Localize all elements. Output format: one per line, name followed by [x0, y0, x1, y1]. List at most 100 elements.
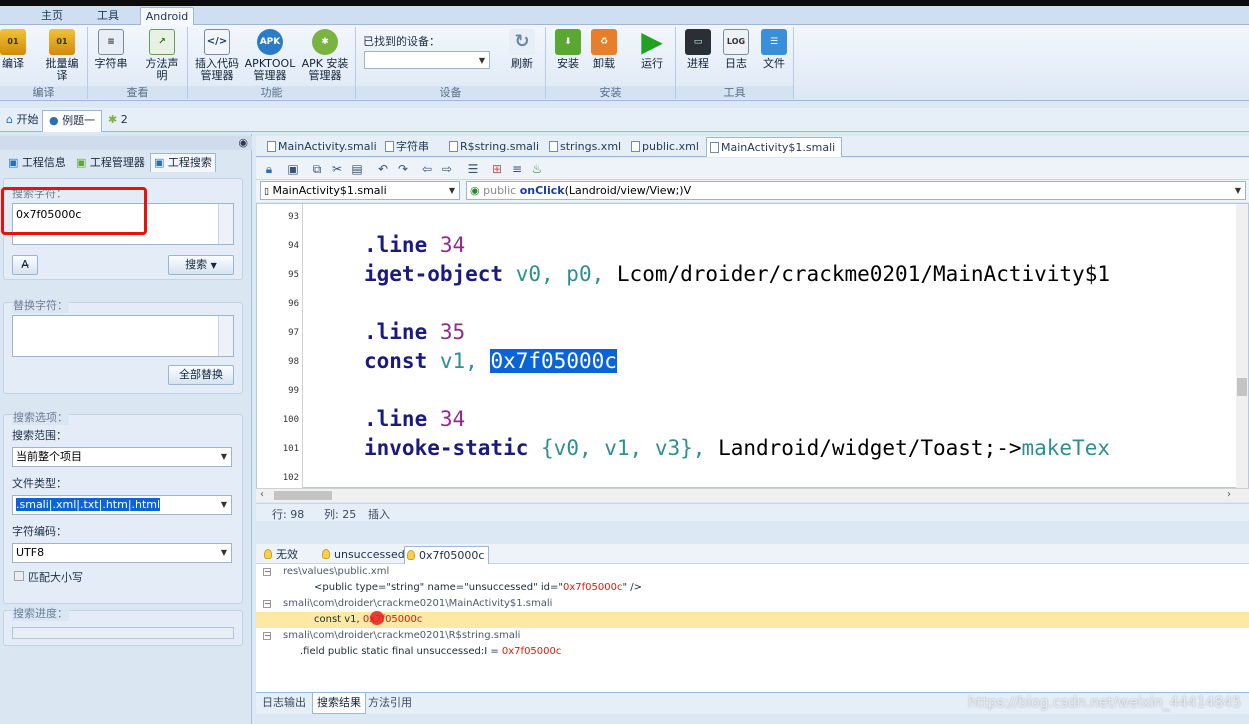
editor-vertical-scrollbar[interactable] — [1236, 204, 1248, 489]
undo-icon[interactable]: ↶ — [376, 162, 390, 176]
back-icon[interactable]: ⇦ — [420, 162, 434, 176]
code-line: iget-object v0, p0, Lcom/droider/crackme… — [364, 262, 1110, 286]
bookmark-icon[interactable]: ⊞ — [490, 162, 504, 176]
method-select[interactable]: ◉ public onClick(Landroid/view/View;)V ▼ — [466, 181, 1246, 200]
editor-tab-label: strings.xml — [560, 140, 622, 153]
results-tab[interactable]: unsuccessed — [320, 546, 405, 564]
apktool-manager-button[interactable]: APK APKTOOL管理器 — [244, 29, 296, 82]
results-tab-label: unsuccessed — [334, 548, 405, 561]
ribbon-tab-android[interactable]: Android — [140, 7, 194, 25]
tab-method-references[interactable]: 方法引用 — [364, 693, 416, 714]
manager-icon: ▣ — [76, 156, 87, 169]
search-input-scrollbar[interactable] — [218, 204, 233, 244]
result-match-row-selected[interactable]: const v1, 0x7f05000c — [256, 612, 1249, 628]
result-file-row[interactable]: − res\values\public.xml — [256, 564, 1249, 580]
result-file-row[interactable]: − smali\com\droider\crackme0201\MainActiv… — [256, 596, 1249, 612]
tool-icon[interactable]: ♨ — [530, 162, 544, 176]
line-number: 96 — [288, 299, 299, 309]
editor-horizontal-scrollbar[interactable]: ‹ › — [256, 488, 1249, 502]
editor-tab[interactable]: 字符串 — [382, 137, 436, 157]
paste-icon[interactable]: ▤ — [350, 162, 364, 176]
results-tab[interactable]: 无效 — [262, 546, 314, 564]
doc-tab-2[interactable]: ✱ 2 — [102, 110, 134, 132]
line-number-gutter: 93 94 95 96 97 98 99 100 101 102 — [257, 204, 303, 489]
group-label-install: 安装 — [546, 86, 675, 99]
refresh-button[interactable]: ↻ 刷新 — [504, 29, 540, 70]
redo-icon[interactable]: ↷ — [396, 162, 410, 176]
tab-search-results[interactable]: 搜索结果 — [312, 693, 366, 714]
result-file-row[interactable]: − smali\com\droider\crackme0201\R$string.… — [256, 628, 1249, 644]
code-opcode: iget-object — [364, 262, 504, 286]
editor-tab[interactable]: public.xml — [628, 137, 702, 157]
selected-constant[interactable]: 0x7f05000c — [490, 349, 617, 373]
document-icon — [267, 141, 276, 152]
copy-icon[interactable]: ⧉ — [310, 162, 324, 176]
compile-button[interactable]: 01 编译 — [0, 29, 26, 70]
doc-tab-start[interactable]: ⌂ 开始 — [0, 110, 44, 132]
chevron-down-icon: ▼ — [220, 500, 227, 509]
eye-icon[interactable]: ◉ — [238, 136, 248, 149]
tab-project-search[interactable]: ▣ 工程搜索 — [150, 153, 216, 172]
collapse-icon[interactable]: − — [263, 632, 271, 640]
editor-tab[interactable]: MainActivity.smali — [264, 137, 380, 157]
ribbon-tab-home[interactable]: 主页 — [30, 7, 74, 25]
file-select-value: MainActivity$1.smali — [272, 184, 387, 197]
file-button[interactable]: ☰ 文件 — [756, 29, 792, 70]
install-button[interactable]: ⬇ 安装 — [550, 29, 586, 70]
strings-button[interactable]: ≡ 字符串 — [92, 29, 130, 70]
log-button[interactable]: LOG 日志 — [718, 29, 754, 70]
collapse-icon[interactable]: − — [263, 600, 271, 608]
file-select[interactable]: ▯ MainActivity$1.smali ▼ — [260, 181, 460, 200]
forward-icon[interactable]: ⇨ — [440, 162, 454, 176]
filetype-select[interactable]: .smali|.xml|.txt|.htm|.html ▼ — [12, 495, 232, 515]
chevron-left-icon[interactable]: ‹ — [260, 489, 264, 500]
ribbon-tab-tools[interactable]: 工具 — [86, 7, 130, 25]
save-icon[interactable]: ▣ — [286, 162, 300, 176]
cut-icon[interactable]: ✂ — [330, 162, 344, 176]
scope-select[interactable]: 当前整个项目 ▼ — [12, 447, 232, 467]
chevron-right-icon[interactable]: › — [1227, 489, 1231, 500]
collapse-icon[interactable]: − — [263, 568, 271, 576]
results-tab-active[interactable]: 0x7f05000c — [404, 546, 490, 564]
method-decl-button[interactable]: ↗ 方法声明 — [142, 29, 182, 82]
code-opcode: invoke-static — [364, 436, 529, 460]
doc-tab-example-one[interactable]: ● 例题一 — [42, 110, 103, 132]
regex-button[interactable]: A̶ — [12, 255, 38, 275]
editor-tab-active[interactable]: MainActivity$1.smali — [706, 137, 843, 157]
editor-tab[interactable]: R$string.smali — [446, 137, 542, 157]
lock-icon[interactable]: 🔒︎ — [262, 162, 276, 176]
ribbon: 01 编译 01 批量编译 编译 ≡ 字符串 ↗ 方法声明 查看 </> 插入代… — [0, 25, 1249, 101]
list-icon[interactable]: ≡ — [510, 162, 524, 176]
tab-project-manager[interactable]: ▣ 工程管理器 — [76, 154, 145, 172]
editor-tab-label: R$string.smali — [460, 140, 540, 153]
insert-code-manager-button[interactable]: </> 插入代码管理器 — [192, 29, 242, 82]
scroll-thumb[interactable] — [274, 491, 332, 500]
replace-input-scrollbar[interactable] — [218, 316, 233, 356]
watermark: https://blog.csdn.net/weixin_44414845 — [968, 695, 1242, 711]
search-results-tree: − res\values\public.xml <public type="str… — [256, 564, 1249, 692]
uninstall-button[interactable]: ♻ 卸载 — [586, 29, 622, 70]
tab-project-info[interactable]: ▣ 工程信息 — [8, 154, 66, 172]
search-button-label: 搜索 — [185, 258, 208, 271]
play-icon: ▶ — [641, 25, 663, 58]
replace-input[interactable] — [12, 315, 234, 357]
scroll-thumb[interactable] — [1237, 378, 1247, 396]
editor-tab[interactable]: strings.xml — [546, 137, 622, 157]
result-match-row[interactable]: <public type="string" name="unsuccessed"… — [256, 580, 1249, 596]
match-case-checkbox[interactable] — [14, 571, 24, 581]
process-button[interactable]: ▭ 进程 — [680, 29, 716, 70]
batch-compile-button[interactable]: 01 批量编译 — [42, 29, 82, 82]
code-line: .line 34 — [364, 407, 465, 431]
encoding-select[interactable]: UTF8 ▼ — [12, 543, 232, 563]
search-button[interactable]: 搜索 ▼ — [168, 255, 234, 275]
ribbon-group-function: </> 插入代码管理器 APK APKTOOL管理器 ✱ APK 安装管理器 功… — [188, 27, 356, 99]
indent-icon[interactable]: ☰ — [466, 162, 480, 176]
device-select[interactable]: ▼ — [364, 51, 490, 69]
result-match-row[interactable]: .field public static final unsuccessed:I… — [256, 644, 1249, 660]
group-label-function: 功能 — [188, 86, 355, 99]
code-editor[interactable]: 93 94 95 96 97 98 99 100 101 102 .line 3… — [256, 203, 1249, 489]
run-button[interactable]: ▶ 运行 — [634, 25, 670, 70]
tab-log-output[interactable]: 日志输出 — [258, 693, 310, 714]
apk-install-manager-button[interactable]: ✱ APK 安装管理器 — [298, 29, 352, 82]
replace-all-button[interactable]: 全部替换 — [168, 365, 234, 385]
